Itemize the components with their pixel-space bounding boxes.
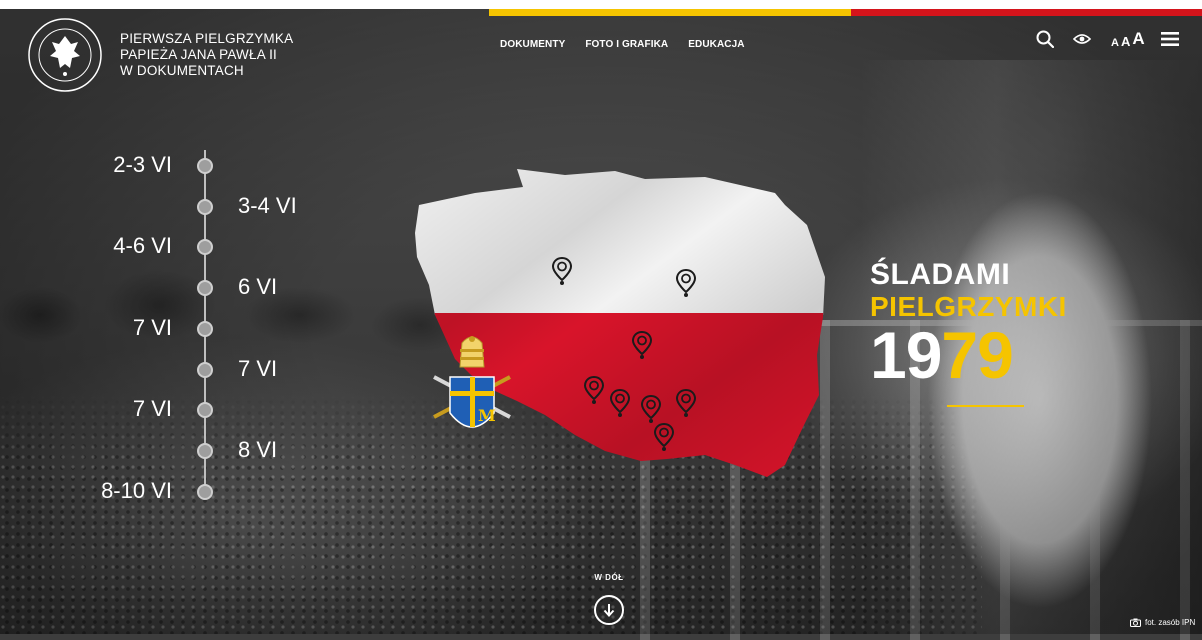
map-pin-icon[interactable]: [631, 330, 653, 360]
timeline-date-label[interactable]: 3-4 VI: [238, 193, 297, 219]
timeline-dot[interactable]: [197, 442, 213, 459]
timeline-dot[interactable]: [197, 320, 213, 337]
headline-underline: [947, 405, 1024, 407]
top-bar-red: [851, 9, 1202, 16]
nav-item-foto-i-grafika[interactable]: FOTO I GRAFIKA: [585, 39, 668, 50]
papal-coat-of-arms-icon: M: [426, 333, 518, 443]
scroll-down-button[interactable]: [594, 595, 624, 625]
timeline-date-label[interactable]: 8-10 VI: [52, 478, 172, 504]
timeline-dot[interactable]: [197, 361, 213, 378]
hamburger-menu-icon[interactable]: [1160, 31, 1179, 47]
header-tools: A A A: [1036, 29, 1179, 49]
font-size-small-button[interactable]: A: [1111, 37, 1119, 49]
top-bar-white: [0, 0, 1202, 9]
timeline-date-label[interactable]: 6 VI: [238, 274, 277, 300]
timeline-date-label[interactable]: 7 VI: [52, 396, 172, 422]
font-size-controls: A A A: [1111, 29, 1145, 49]
photo-credit-text: fot. zasób IPN: [1145, 618, 1196, 627]
photo-credit: fot. zasób IPN: [1130, 618, 1195, 627]
timeline-dot[interactable]: [197, 483, 213, 500]
camera-icon: [1130, 618, 1141, 627]
timeline-date-label[interactable]: 7 VI: [238, 356, 277, 382]
eye-icon[interactable]: [1073, 33, 1091, 45]
arrow-down-icon: [603, 604, 615, 617]
map-pin-icon[interactable]: [675, 268, 697, 298]
scroll-down-label: W DÓŁ: [594, 573, 624, 582]
svg-text:M: M: [478, 406, 496, 425]
font-size-medium-button[interactable]: A: [1121, 34, 1130, 49]
map-pin-icon[interactable]: [609, 388, 631, 418]
timeline-date-label[interactable]: 8 VI: [238, 437, 277, 463]
site-title-line-2: PAPIEŻA JANA PAWŁA II: [120, 47, 278, 62]
site-title-line-3: W DOKUMENTACH: [120, 63, 244, 78]
timeline-dot[interactable]: [197, 198, 213, 215]
ipn-logo-icon[interactable]: [26, 16, 104, 94]
top-bar-yellow: [489, 9, 851, 16]
font-size-large-button[interactable]: A: [1132, 29, 1144, 49]
search-icon[interactable]: [1036, 30, 1054, 48]
headline-year: 1979: [870, 322, 1067, 388]
map-pin-icon[interactable]: [551, 256, 573, 286]
timeline-dot[interactable]: [197, 158, 213, 174]
map-pin-icon[interactable]: [640, 394, 662, 424]
nav-item-edukacja[interactable]: EDUKACJA: [688, 39, 744, 50]
site-title[interactable]: PIERWSZA PIELGRZYMKA PAPIEŻA JANA PAWŁA …: [120, 31, 330, 79]
timeline-date-label[interactable]: 2-3 VI: [52, 152, 172, 178]
main-nav: DOKUMENTY FOTO I GRAFIKA EDUKACJA: [500, 39, 745, 50]
nav-item-dokumenty[interactable]: DOKUMENTY: [500, 39, 565, 50]
timeline-dot[interactable]: [197, 280, 213, 297]
timeline-date-label[interactable]: 7 VI: [52, 315, 172, 341]
timeline-date-label[interactable]: 4-6 VI: [52, 233, 172, 259]
headline: ŚLADAMI PIELGRZYMKI 1979: [870, 258, 1067, 388]
headline-year-yellow: 79: [941, 318, 1013, 392]
headline-year-white: 19: [870, 318, 942, 392]
headline-line-1: ŚLADAMI: [870, 258, 1011, 291]
site-title-line-1: PIERWSZA PIELGRZYMKA: [120, 31, 294, 46]
map-pin-icon[interactable]: [653, 422, 675, 452]
map-pin-icon[interactable]: [675, 388, 697, 418]
map-pin-icon[interactable]: [583, 375, 605, 405]
